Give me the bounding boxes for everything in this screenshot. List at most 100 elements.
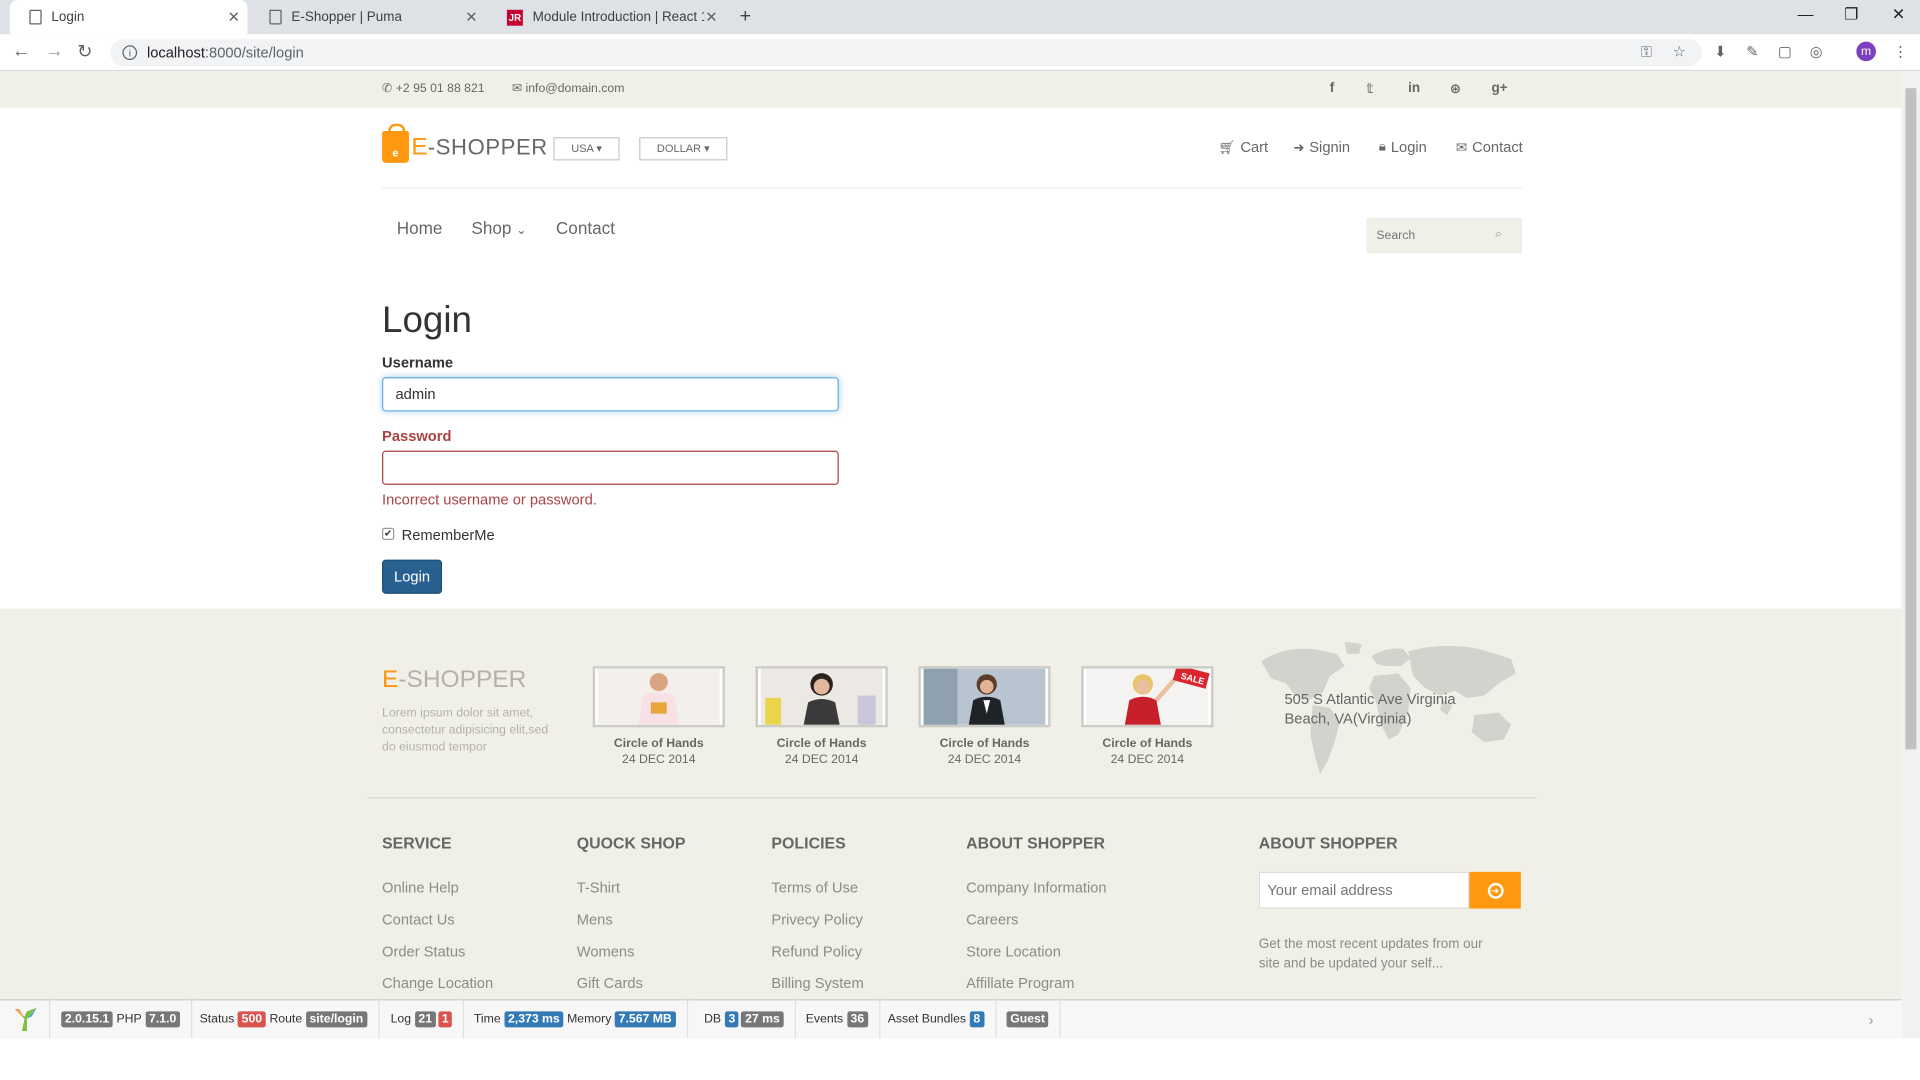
tab-eshopper-puma[interactable]: E-Shopper | Puma ✕ — [250, 0, 485, 34]
footer-link[interactable]: T-Shirt — [577, 879, 620, 896]
extension-icon[interactable]: ✎ — [1746, 43, 1763, 60]
video-thumbnail[interactable] — [918, 666, 1051, 728]
kebab-menu-icon[interactable]: ⋮ — [1893, 43, 1910, 60]
status-label: Status — [199, 1012, 235, 1026]
login-button[interactable]: Login — [382, 559, 443, 594]
scrollbar-thumb[interactable] — [1905, 88, 1917, 750]
twitter-icon[interactable]: 𝕥 — [1367, 81, 1374, 97]
footer-link[interactable]: Online Help — [382, 879, 459, 896]
debug-user[interactable]: Guest — [996, 999, 1061, 1039]
subscribe-note: Get the most recent updates from our sit… — [1258, 936, 1483, 972]
restore-icon[interactable]: ❐ — [1844, 5, 1858, 25]
footer-link[interactable]: Store Location — [966, 943, 1061, 960]
subscribe-email-input[interactable] — [1258, 871, 1470, 909]
username-input[interactable] — [382, 377, 839, 412]
password-input[interactable] — [382, 450, 839, 485]
dribbble-icon[interactable]: ⊛ — [1450, 81, 1461, 97]
php-label: PHP — [116, 1012, 142, 1026]
new-tab-button[interactable]: + — [730, 0, 751, 34]
db-count-badge: 3 — [724, 1010, 739, 1027]
video-date: 24 DEC 2014 — [784, 753, 859, 767]
plus-icon: + — [739, 6, 752, 27]
back-icon[interactable]: ← — [12, 40, 30, 61]
currency-dropdown[interactable]: DOLLAR ▾ — [639, 137, 728, 161]
footer-link[interactable]: Gift Cards — [577, 975, 643, 992]
footer-logo[interactable]: E-SHOPPER — [382, 666, 526, 694]
login-link[interactable]: 🔒︎ Login — [1379, 138, 1427, 155]
shopping-girl-image — [760, 668, 883, 725]
extension-icon[interactable]: ▢ — [1778, 43, 1795, 60]
debug-events[interactable]: Events 36 — [798, 999, 881, 1039]
forward-icon[interactable]: → — [45, 40, 63, 61]
close-icon[interactable]: ✕ — [705, 9, 717, 26]
debug-log[interactable]: Log 21 1 — [383, 999, 465, 1039]
debug-version[interactable]: 2.0.15.1 PHP 7.1.0 — [48, 999, 193, 1039]
debug-request[interactable]: Status 500 Route site/login — [192, 999, 380, 1039]
document-icon — [29, 9, 42, 25]
debug-time-memory[interactable]: Time 2,373 ms Memory 7.567 MB — [467, 999, 688, 1039]
log-count-badge: 21 — [414, 1010, 436, 1027]
linkedin-icon[interactable]: in — [1408, 81, 1420, 96]
tab-login[interactable]: Login ✕ — [9, 0, 248, 35]
search-icon[interactable]: ⌕ — [1495, 228, 1502, 241]
minimize-icon[interactable]: — — [1798, 5, 1814, 23]
footer-link[interactable]: Mens — [577, 911, 613, 928]
footer-link[interactable]: Terms of Use — [771, 879, 858, 896]
remember-me-label[interactable]: RememberMe — [402, 527, 495, 544]
tshirt-model-image — [597, 668, 720, 725]
remember-me-checkbox[interactable]: ✔ — [382, 527, 395, 541]
close-window-icon[interactable]: ✕ — [1892, 5, 1905, 25]
video-thumbnail[interactable]: SALE — [1081, 666, 1214, 728]
yii-logo-icon[interactable] — [10, 1004, 39, 1033]
nav-shop[interactable]: Shop ⌄ — [471, 218, 526, 238]
reload-icon[interactable]: ↻ — [77, 40, 92, 63]
video-caption: Circle of Hands — [776, 737, 867, 751]
site-logo[interactable]: e E -SHOPPER — [382, 123, 548, 166]
signin-label: Signin — [1309, 138, 1351, 156]
nav-contact[interactable]: Contact — [556, 218, 615, 238]
footer-link[interactable]: Contact Us — [382, 911, 455, 928]
footer-link[interactable]: Affillate Program — [966, 975, 1074, 992]
tab-react-module[interactable]: JR Module Introduction | React 16 - ✕ — [487, 0, 725, 34]
email-address: info@domain.com — [525, 82, 625, 96]
debug-asset-bundles[interactable]: Asset Bundles 8 — [880, 999, 997, 1039]
country-label: USA ▾ — [571, 142, 602, 155]
chevron-right-icon[interactable]: › — [1869, 1011, 1874, 1028]
footer-link[interactable]: Womens — [577, 943, 635, 960]
close-icon[interactable]: ✕ — [465, 9, 477, 26]
debug-db[interactable]: DB 3 27 ms — [697, 999, 796, 1039]
extension-icon[interactable]: ◎ — [1810, 43, 1827, 60]
nav-home[interactable]: Home — [397, 218, 443, 238]
signin-link[interactable]: ➜ Signin — [1293, 138, 1350, 155]
key-icon[interactable]: ⚿ — [1641, 43, 1658, 60]
cart-link[interactable]: 🛒︎ Cart — [1218, 138, 1268, 155]
info-icon[interactable]: i — [122, 45, 138, 61]
address-bar[interactable]: i localhost:8000/site/login — [110, 39, 1703, 67]
footer-link[interactable]: Billing System — [771, 975, 863, 992]
footer-link[interactable]: Order Status — [382, 943, 465, 960]
close-icon[interactable]: ✕ — [228, 9, 240, 26]
download-extension-icon[interactable]: ⬇ — [1714, 43, 1731, 60]
footer-link[interactable]: Company Information — [966, 879, 1106, 896]
envelope-icon: ✉ — [1455, 140, 1468, 155]
footer-link[interactable]: Privecy Policy — [771, 911, 862, 928]
video-thumbnail[interactable] — [592, 666, 725, 728]
footer-heading-policies: POLICIES — [771, 833, 846, 853]
lock-icon: 🔒︎ — [1378, 138, 1386, 154]
country-dropdown[interactable]: USA ▾ — [553, 137, 620, 161]
star-icon[interactable]: ☆ — [1673, 43, 1690, 60]
php-version-badge: 7.1.0 — [145, 1010, 180, 1027]
document-icon — [269, 9, 282, 25]
video-thumbnail[interactable] — [755, 666, 888, 728]
footer-link[interactable]: Refund Policy — [771, 943, 862, 960]
video-caption: Circle of Hands — [613, 737, 704, 751]
footer-link[interactable]: Change Location — [382, 975, 493, 992]
contact-link[interactable]: ✉ Contact — [1456, 138, 1523, 155]
facebook-icon[interactable]: f — [1330, 81, 1334, 96]
subscribe-button[interactable]: ➜ — [1469, 871, 1521, 909]
google-plus-icon[interactable]: g+ — [1491, 81, 1507, 96]
profile-avatar[interactable]: m — [1856, 41, 1876, 62]
store-address: 505 S Atlantic Ave Virginia Beach, VA(Vi… — [1284, 690, 1456, 728]
footer-link[interactable]: Careers — [966, 911, 1018, 928]
cart-label: Cart — [1240, 138, 1269, 156]
